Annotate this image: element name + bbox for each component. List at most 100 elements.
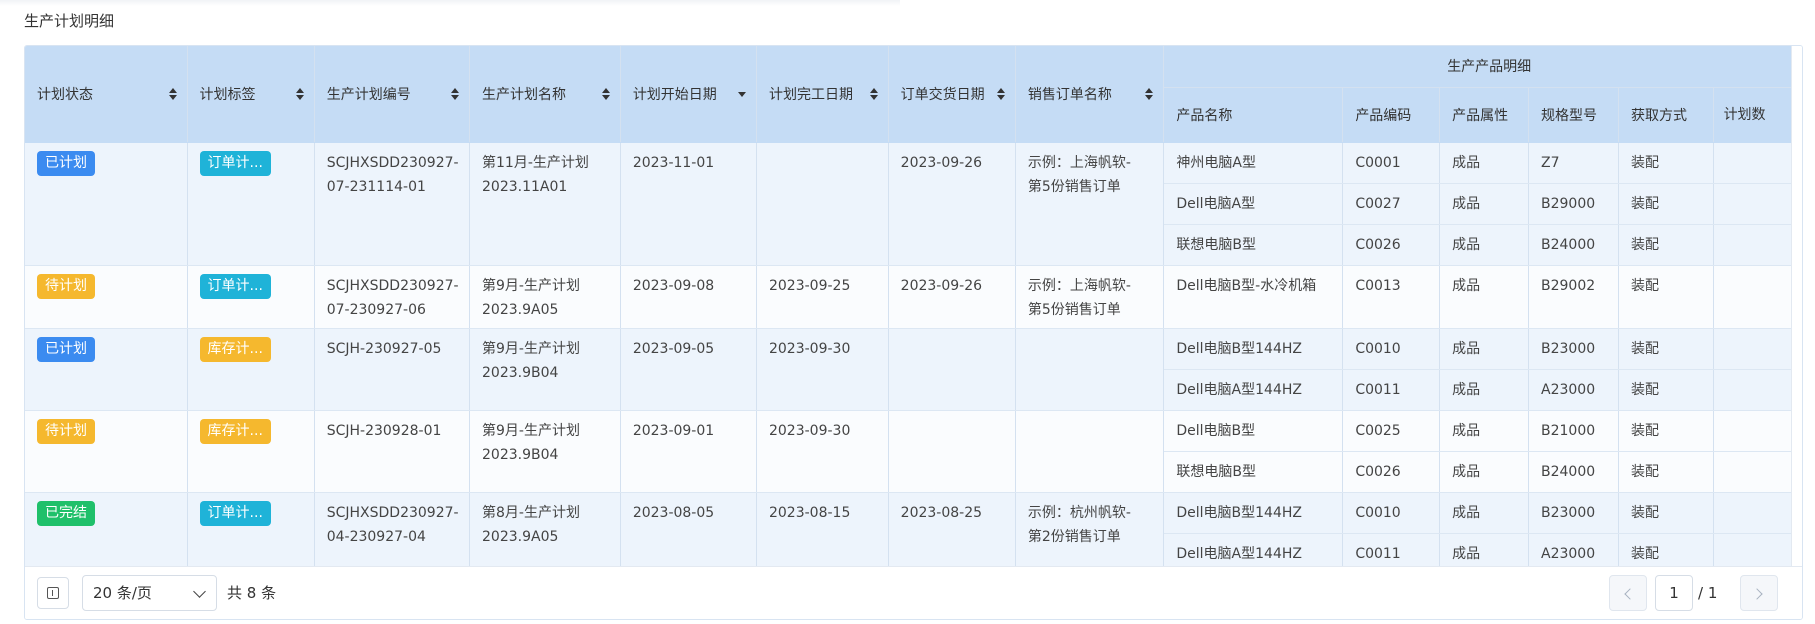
col-header-product-name[interactable]: 产品名称 xyxy=(1163,87,1344,143)
cell-plan-no-line1: SCJH-230928-01 xyxy=(326,422,442,439)
cell-product-attr: 成品 xyxy=(1439,328,1529,370)
prev-page-button[interactable] xyxy=(1609,575,1647,611)
cell-status: 待计划 xyxy=(25,410,188,493)
cell-plan-no-line2: 07-231114-01 xyxy=(326,178,426,195)
col-header-delivery-date[interactable]: 订单交货日期 xyxy=(888,46,1016,143)
sort-desc-icon[interactable] xyxy=(737,86,746,102)
cell-plan-name: 第9月-生产计划 2023.9B04 xyxy=(469,328,621,411)
cell-product-attr: 成品 xyxy=(1439,492,1529,534)
cell-status: 已计划 xyxy=(25,142,188,266)
cell-delivery-date xyxy=(888,410,1016,493)
cell-delivery-date: 2023-09-26 xyxy=(888,265,1016,329)
cell-product-name: 联想电脑B型 xyxy=(1163,224,1344,266)
cell-product-code: C0027 xyxy=(1342,183,1441,225)
cell-product-attr: 成品 xyxy=(1439,533,1529,566)
cell-end-date: 2023-09-30 xyxy=(756,410,889,493)
sort-icon[interactable] xyxy=(295,86,304,102)
page-title: 生产计划明细 xyxy=(24,12,115,30)
col-header-label: 计划标签 xyxy=(199,86,256,103)
col-group-product-detail: 生产产品明细 xyxy=(1163,46,1793,88)
cell-qty xyxy=(1713,492,1793,534)
table-row[interactable]: 已计划 订单计... SCJHXSDD230927- 07-231114-01 第11月… xyxy=(25,142,1793,266)
cell-sales-order: 示例：上海帆软- 第5份销售订单 xyxy=(1015,142,1165,266)
col-header-end-date[interactable]: 计划完工日期 xyxy=(756,46,889,143)
cell-sales-order xyxy=(1015,410,1165,493)
cell-spec: B24000 xyxy=(1528,451,1620,493)
cell-product-code: C0013 xyxy=(1342,265,1441,329)
cell-plan-name-line1: 第11月-生产计划 xyxy=(482,154,589,171)
page-size-value: 20 条/页 xyxy=(93,584,152,602)
page-count: / 1 xyxy=(1698,584,1718,602)
sort-icon[interactable] xyxy=(869,86,878,102)
col-header-tag[interactable]: 计划标签 xyxy=(187,46,315,143)
col-header-plan-no[interactable]: 生产计划编号 xyxy=(314,46,471,143)
cell-qty xyxy=(1713,183,1793,225)
status-badge: 待计划 xyxy=(37,273,95,299)
cell-start-date: 2023-08-05 xyxy=(620,492,757,566)
sort-icon[interactable] xyxy=(451,86,460,102)
next-page-button[interactable] xyxy=(1740,575,1778,611)
cell-qty xyxy=(1713,533,1793,566)
cell-product-name: Dell电脑B型 xyxy=(1163,410,1344,452)
cell-plan-name: 第9月-生产计划 2023.9B04 xyxy=(469,410,621,493)
cell-sales-order xyxy=(1015,328,1165,411)
sort-icon[interactable] xyxy=(168,86,177,102)
sort-icon[interactable] xyxy=(601,86,610,102)
status-badge: 已完结 xyxy=(37,500,95,526)
table-scroll-area[interactable]: 计划状态 计划标签 生产计划编号 生产计划名称 计划开始日期 计划完工日期 订单… xyxy=(25,46,1793,566)
cell-status: 待计划 xyxy=(25,265,188,329)
status-badge: 已计划 xyxy=(37,150,95,176)
sort-icon[interactable] xyxy=(996,86,1005,102)
cell-spec: B23000 xyxy=(1528,328,1620,370)
cell-start-date: 2023-09-01 xyxy=(620,410,757,493)
cell-plan-name-line2: 2023.9A05 xyxy=(482,301,559,318)
columns-icon xyxy=(47,587,59,599)
plan-tag-badge[interactable]: 库存计... xyxy=(199,418,271,444)
production-plan-grid: 计划状态 计划标签 生产计划编号 生产计划名称 计划开始日期 计划完工日期 订单… xyxy=(24,45,1803,620)
cell-plan-name-line2: 2023.11A01 xyxy=(482,178,568,195)
cell-delivery-date-text: 2023-09-26 xyxy=(900,277,983,294)
cell-product-attr: 成品 xyxy=(1439,142,1529,184)
cell-product-attr: 成品 xyxy=(1439,451,1529,493)
plan-tag-badge[interactable]: 库存计... xyxy=(199,336,271,362)
cell-sales-order-line1: 示例：杭州帆软- xyxy=(1027,504,1131,521)
plan-tag-badge[interactable]: 订单计... xyxy=(199,150,271,176)
cell-acquire: 装配 xyxy=(1618,224,1714,266)
cell-plan-no: SCJHXSDD230927- 07-231114-01 xyxy=(314,142,471,266)
cell-plan-no-line2: 04-230927-04 xyxy=(326,528,426,545)
sort-icon[interactable] xyxy=(1145,86,1154,102)
col-header-start-date[interactable]: 计划开始日期 xyxy=(620,46,757,143)
top-shade xyxy=(0,0,900,6)
col-header-spec[interactable]: 规格型号 xyxy=(1528,87,1620,143)
table-row[interactable]: 已完结 订单计... SCJHXSDD230927- 04-230927-04 第8月-… xyxy=(25,492,1793,566)
plan-tag-badge[interactable]: 订单计... xyxy=(199,500,271,526)
page-number-input[interactable]: 1 xyxy=(1655,575,1693,611)
total-count: 共 8 条 xyxy=(227,584,277,602)
col-header-product-attr[interactable]: 产品属性 xyxy=(1439,87,1529,143)
table-row[interactable]: 待计划 库存计... SCJH-230928-01 第9月-生产计划 2023.9B04… xyxy=(25,410,1793,493)
cell-delivery-date: 2023-09-26 xyxy=(888,142,1016,266)
cell-product-attr: 成品 xyxy=(1439,410,1529,452)
cell-plan-no-line1: SCJHXSDD230927- xyxy=(326,154,459,171)
cell-spec: B21000 xyxy=(1528,410,1620,452)
cell-product-code: C0001 xyxy=(1342,142,1441,184)
table-row[interactable]: 已计划 库存计... SCJH-230927-05 第9月-生产计划 2023.9B04… xyxy=(25,328,1793,411)
col-header-acquire[interactable]: 获取方式 xyxy=(1618,87,1714,143)
vertical-scrollbar[interactable] xyxy=(1791,46,1802,566)
plan-tag-badge[interactable]: 订单计... xyxy=(199,273,271,299)
cell-qty xyxy=(1713,265,1793,329)
cell-plan-no: SCJHXSDD230927- 04-230927-04 xyxy=(314,492,471,566)
cell-start-date-text: 2023-09-05 xyxy=(632,340,715,357)
page-size-select[interactable]: 20 条/页 xyxy=(82,575,217,611)
col-header-status[interactable]: 计划状态 xyxy=(25,46,188,143)
cell-plan-name-line1: 第8月-生产计划 xyxy=(482,504,580,521)
table-row[interactable]: 待计划 订单计... SCJHXSDD230927- 07-230927-06 第9月-… xyxy=(25,265,1793,329)
col-header-plan-name[interactable]: 生产计划名称 xyxy=(469,46,621,143)
col-header-product-code[interactable]: 产品编码 xyxy=(1342,87,1441,143)
column-settings-button[interactable] xyxy=(37,577,69,609)
col-header-qty[interactable]: 计划数 xyxy=(1713,87,1793,143)
cell-start-date-text: 2023-08-05 xyxy=(632,504,715,521)
cell-plan-name-line2: 2023.9A05 xyxy=(482,528,559,545)
col-header-sales-order[interactable]: 销售订单名称 xyxy=(1015,46,1165,143)
cell-acquire: 装配 xyxy=(1618,451,1714,493)
